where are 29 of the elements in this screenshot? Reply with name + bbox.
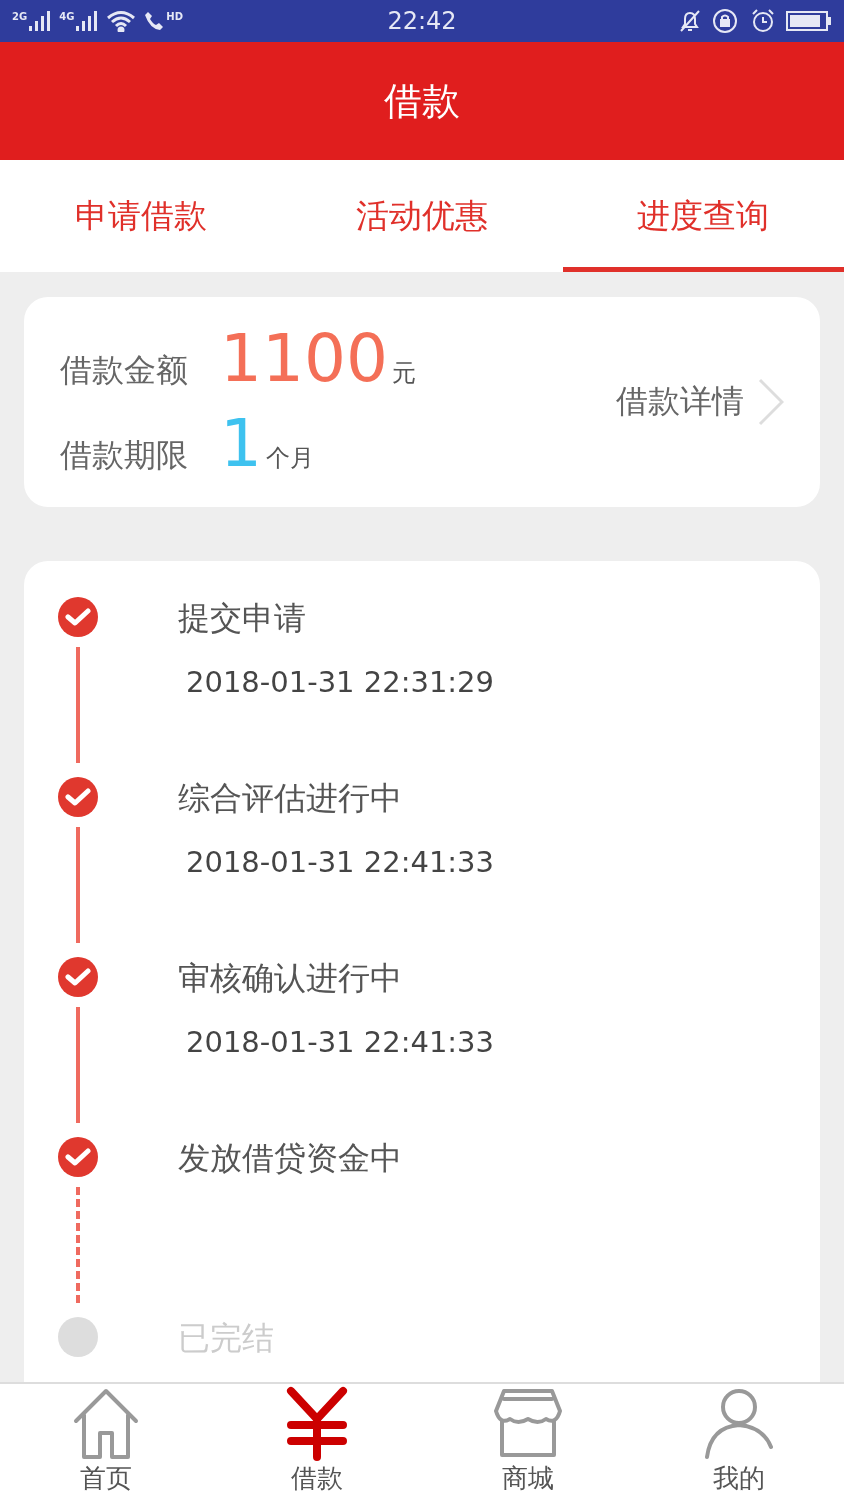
- tab[interactable]: 活动优惠: [281, 160, 563, 272]
- chevron-right-icon: [758, 378, 784, 426]
- rotation-lock-icon: [712, 8, 740, 34]
- tab[interactable]: 申请借款: [0, 160, 282, 272]
- step-time: 2018-01-31 22:41:33: [185, 1025, 495, 1059]
- step-title: 审核确认进行中: [178, 958, 403, 999]
- amount-label: 借款金额: [60, 350, 189, 391]
- nav-item[interactable]: 首页: [0, 1384, 211, 1500]
- term-value: 1: [220, 411, 262, 477]
- nav-item[interactable]: 商城: [422, 1384, 633, 1500]
- amount-value: 1100: [220, 326, 388, 392]
- nav-item[interactable]: 借款: [211, 1384, 422, 1500]
- loan-details-link[interactable]: 借款详情: [616, 378, 784, 426]
- step-title: 发放借贷资金中: [178, 1138, 403, 1179]
- step-title: 提交申请: [178, 598, 307, 639]
- wifi-icon: [106, 10, 137, 32]
- page-title: 借款: [384, 77, 460, 125]
- nav-item[interactable]: 我的: [633, 1384, 844, 1500]
- step-time: 2018-01-31 22:31:29: [185, 665, 495, 699]
- status-time: 22:42: [387, 7, 457, 35]
- step-title: 综合评估进行中: [178, 778, 403, 819]
- amount-unit: 元: [391, 358, 416, 389]
- battery-icon: [786, 11, 832, 31]
- term-label: 借款期限: [60, 435, 189, 476]
- alarm-icon: [750, 8, 776, 34]
- term-unit: 个月: [266, 443, 314, 474]
- bell-off-icon: [678, 9, 702, 33]
- tab[interactable]: 进度查询: [562, 160, 844, 272]
- step-time: 2018-01-31 22:41:33: [185, 845, 495, 879]
